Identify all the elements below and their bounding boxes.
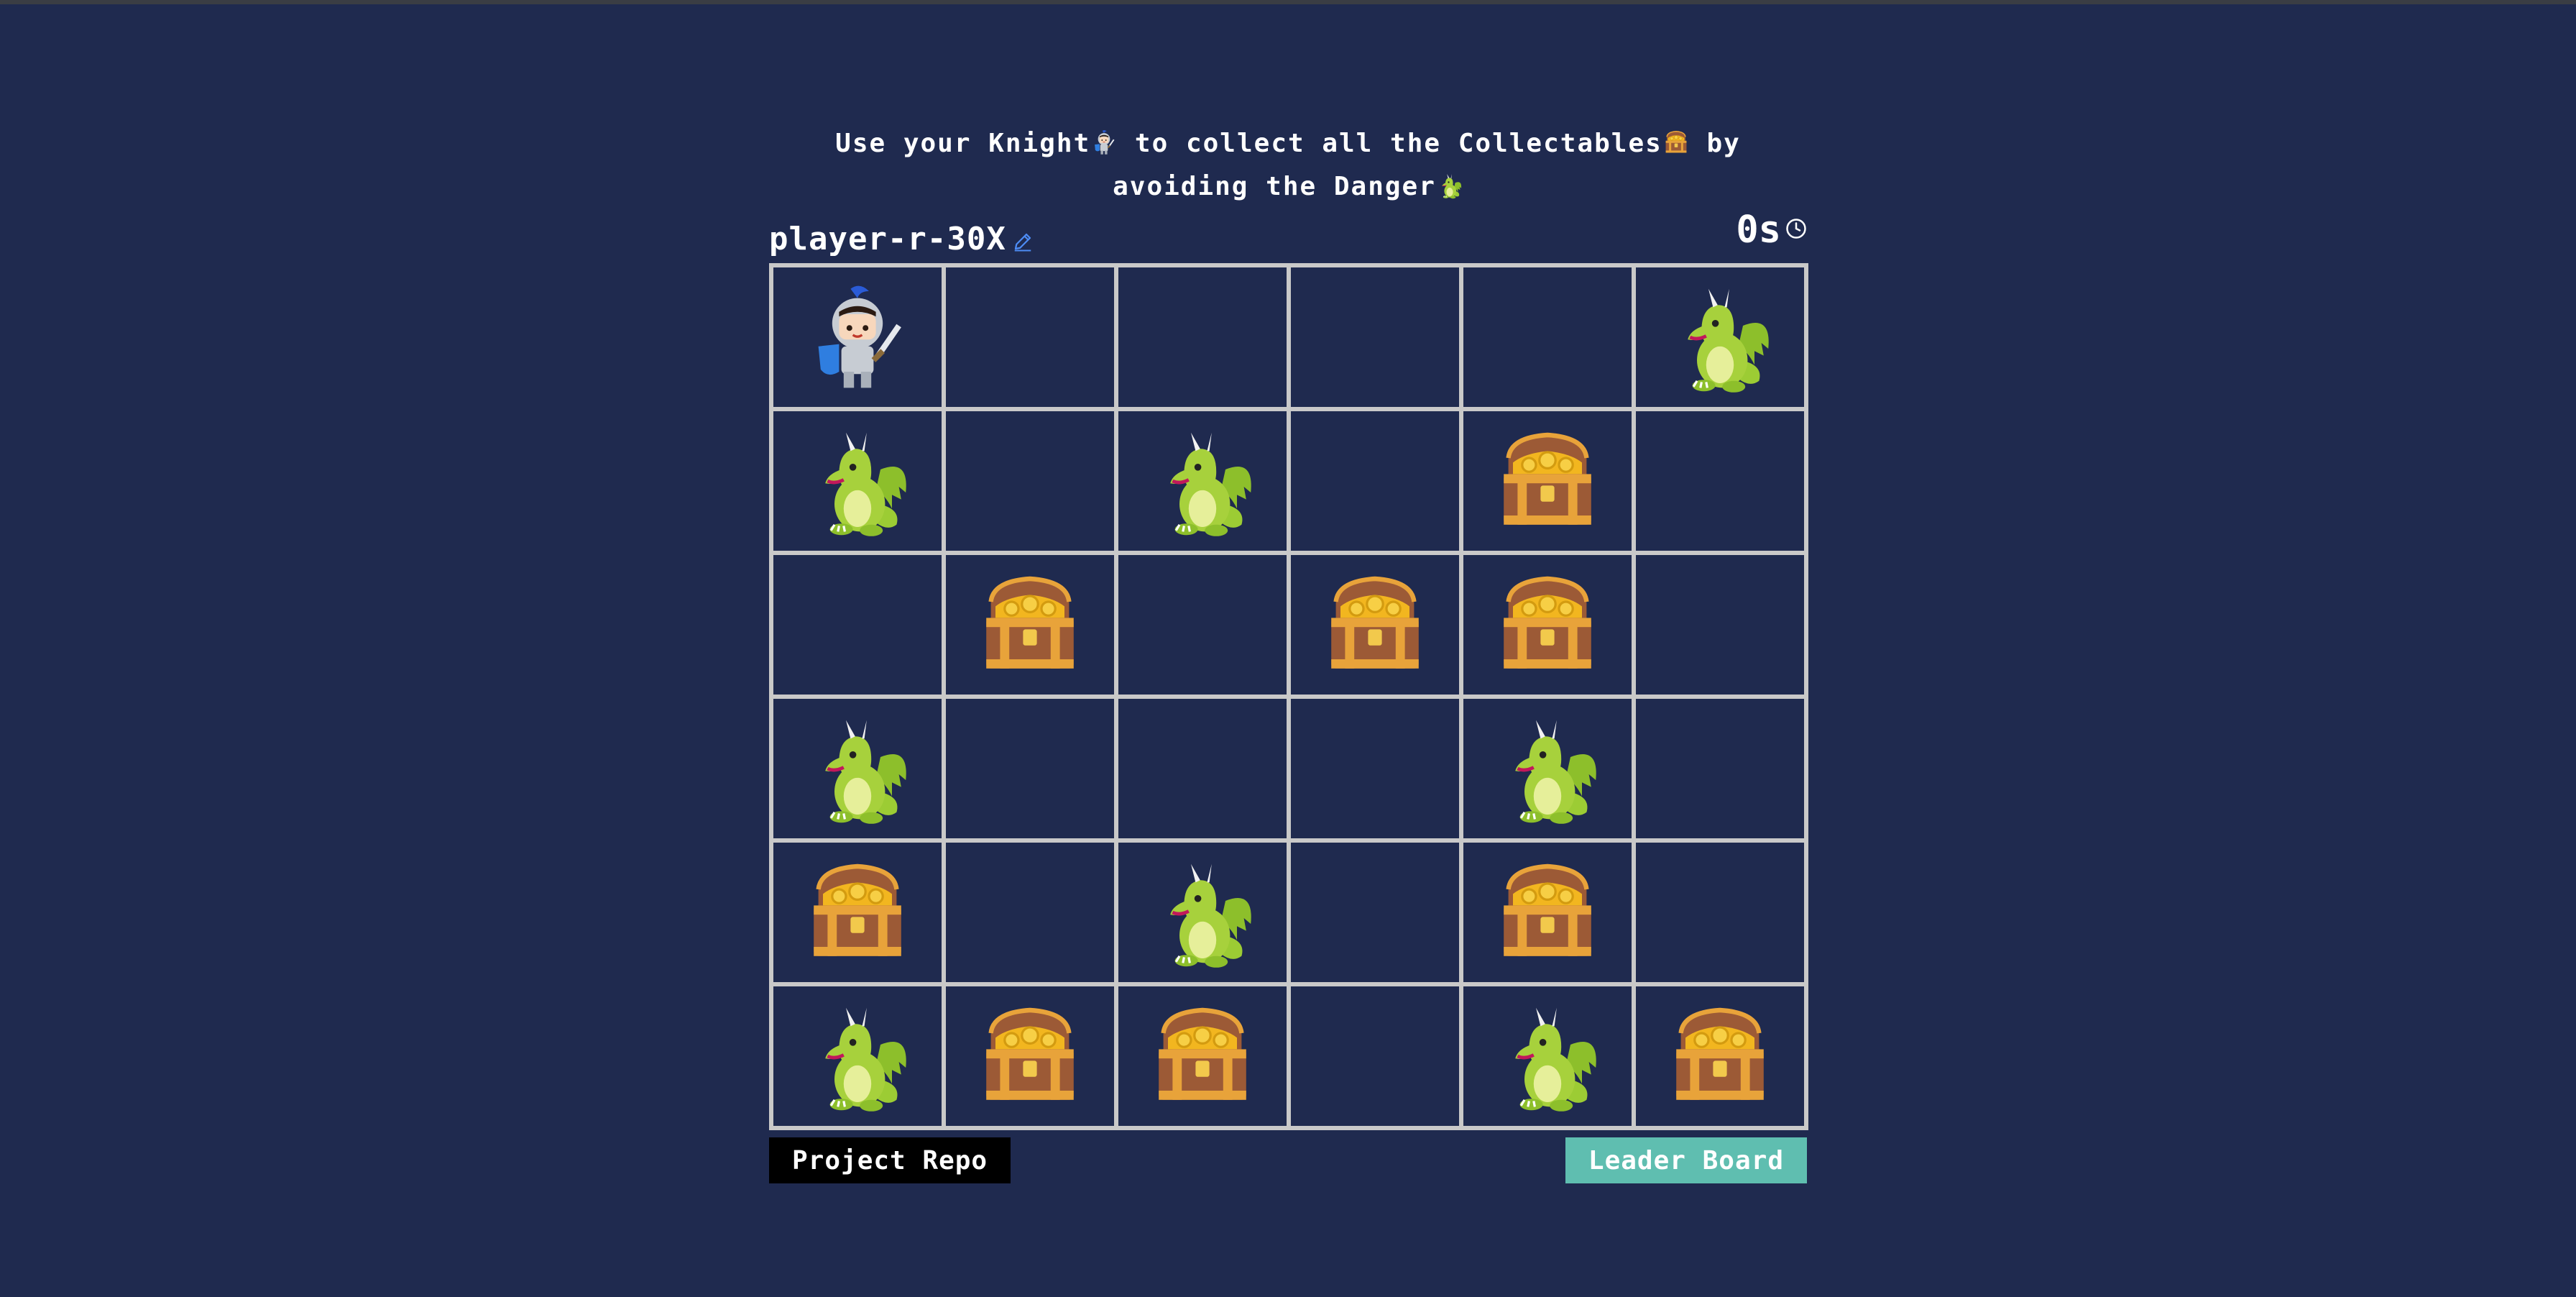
instructions: Use your Knight to collect all the Colle… <box>769 122 1807 208</box>
board-cell-r4-c4[interactable] <box>1461 840 1634 984</box>
instructions-part1: Use your Knight <box>835 129 1091 158</box>
board-cell-r1-c3[interactable] <box>1289 409 1461 553</box>
treasure-chest-icon <box>972 999 1087 1114</box>
board-cell-r5-c2[interactable] <box>1116 984 1289 1128</box>
leader-board-button[interactable]: Leader Board <box>1565 1137 1807 1183</box>
treasure-chest-icon <box>800 855 915 970</box>
pencil-icon[interactable] <box>1012 231 1034 252</box>
treasure-chest-icon <box>1490 567 1605 682</box>
player-name: player-r-30X <box>769 221 1006 257</box>
board-cell-r3-c5[interactable] <box>1634 697 1806 840</box>
board-cell-r4-c5[interactable] <box>1634 840 1806 984</box>
board-cell-r1-c1[interactable] <box>944 409 1116 553</box>
dragon-icon <box>800 711 915 826</box>
board-cell-r5-c0[interactable] <box>771 984 944 1128</box>
project-repo-button[interactable]: Project Repo <box>769 1137 1011 1183</box>
board-cell-r1-c5[interactable] <box>1634 409 1806 553</box>
board-cell-r2-c0[interactable] <box>771 553 944 697</box>
board-cell-r1-c2[interactable] <box>1116 409 1289 553</box>
board-cell-r3-c2[interactable] <box>1116 697 1289 840</box>
board-cell-r5-c5[interactable] <box>1634 984 1806 1128</box>
board-cell-r3-c4[interactable] <box>1461 697 1634 840</box>
timer-value: 0s <box>1736 208 1781 252</box>
board-cell-r2-c4[interactable] <box>1461 553 1634 697</box>
dragon-icon <box>1145 423 1260 538</box>
board-cell-r0-c5[interactable] <box>1634 265 1806 409</box>
knight-icon[interactable] <box>800 280 915 395</box>
board-cell-r5-c4[interactable] <box>1461 984 1634 1128</box>
dragon-icon <box>1490 711 1605 826</box>
treasure-chest-icon <box>1662 129 1690 156</box>
game-header: player-r-30X 0s <box>769 208 1807 262</box>
dragon-icon <box>800 999 915 1114</box>
player-name-area: player-r-30X <box>769 221 1034 257</box>
dragon-icon <box>800 423 915 538</box>
treasure-chest-icon <box>1490 423 1605 538</box>
board-cell-r2-c3[interactable] <box>1289 553 1461 697</box>
dragon-icon <box>1662 280 1777 395</box>
board-cell-r4-c3[interactable] <box>1289 840 1461 984</box>
board-cell-r0-c0[interactable] <box>771 265 944 409</box>
board-cell-r3-c1[interactable] <box>944 697 1116 840</box>
game-container: Use your Knight to collect all the Colle… <box>769 122 1808 1185</box>
board-cell-r4-c0[interactable] <box>771 840 944 984</box>
clock-icon <box>1786 219 1806 239</box>
game-footer: Project Repo Leader Board <box>769 1137 1807 1185</box>
board-cell-r0-c2[interactable] <box>1116 265 1289 409</box>
treasure-chest-icon <box>1145 999 1260 1114</box>
knight-icon <box>1090 129 1118 156</box>
board-cell-r3-c3[interactable] <box>1289 697 1461 840</box>
board-cell-r0-c3[interactable] <box>1289 265 1461 409</box>
board-cell-r0-c4[interactable] <box>1461 265 1634 409</box>
treasure-chest-icon <box>972 567 1087 682</box>
board-cell-r4-c2[interactable] <box>1116 840 1289 984</box>
board-cell-r4-c1[interactable] <box>944 840 1116 984</box>
dragon-icon <box>1436 172 1463 199</box>
treasure-chest-icon <box>1662 999 1777 1114</box>
game-board <box>769 263 1808 1130</box>
board-cell-r2-c5[interactable] <box>1634 553 1806 697</box>
dragon-icon <box>1145 855 1260 970</box>
board-cell-r1-c4[interactable] <box>1461 409 1634 553</box>
dragon-icon <box>1490 999 1605 1114</box>
treasure-chest-icon <box>1490 855 1605 970</box>
board-cell-r5-c1[interactable] <box>944 984 1116 1128</box>
board-cell-r5-c3[interactable] <box>1289 984 1461 1128</box>
window-top-bar <box>0 0 2576 4</box>
board-cell-r1-c0[interactable] <box>771 409 944 553</box>
treasure-chest-icon <box>1317 567 1432 682</box>
board-cell-r2-c2[interactable] <box>1116 553 1289 697</box>
board-cell-r3-c0[interactable] <box>771 697 944 840</box>
timer: 0s <box>1736 208 1807 252</box>
board-cell-r2-c1[interactable] <box>944 553 1116 697</box>
board-cell-r0-c1[interactable] <box>944 265 1116 409</box>
instructions-part2: to collect all the Collectables <box>1118 129 1662 158</box>
